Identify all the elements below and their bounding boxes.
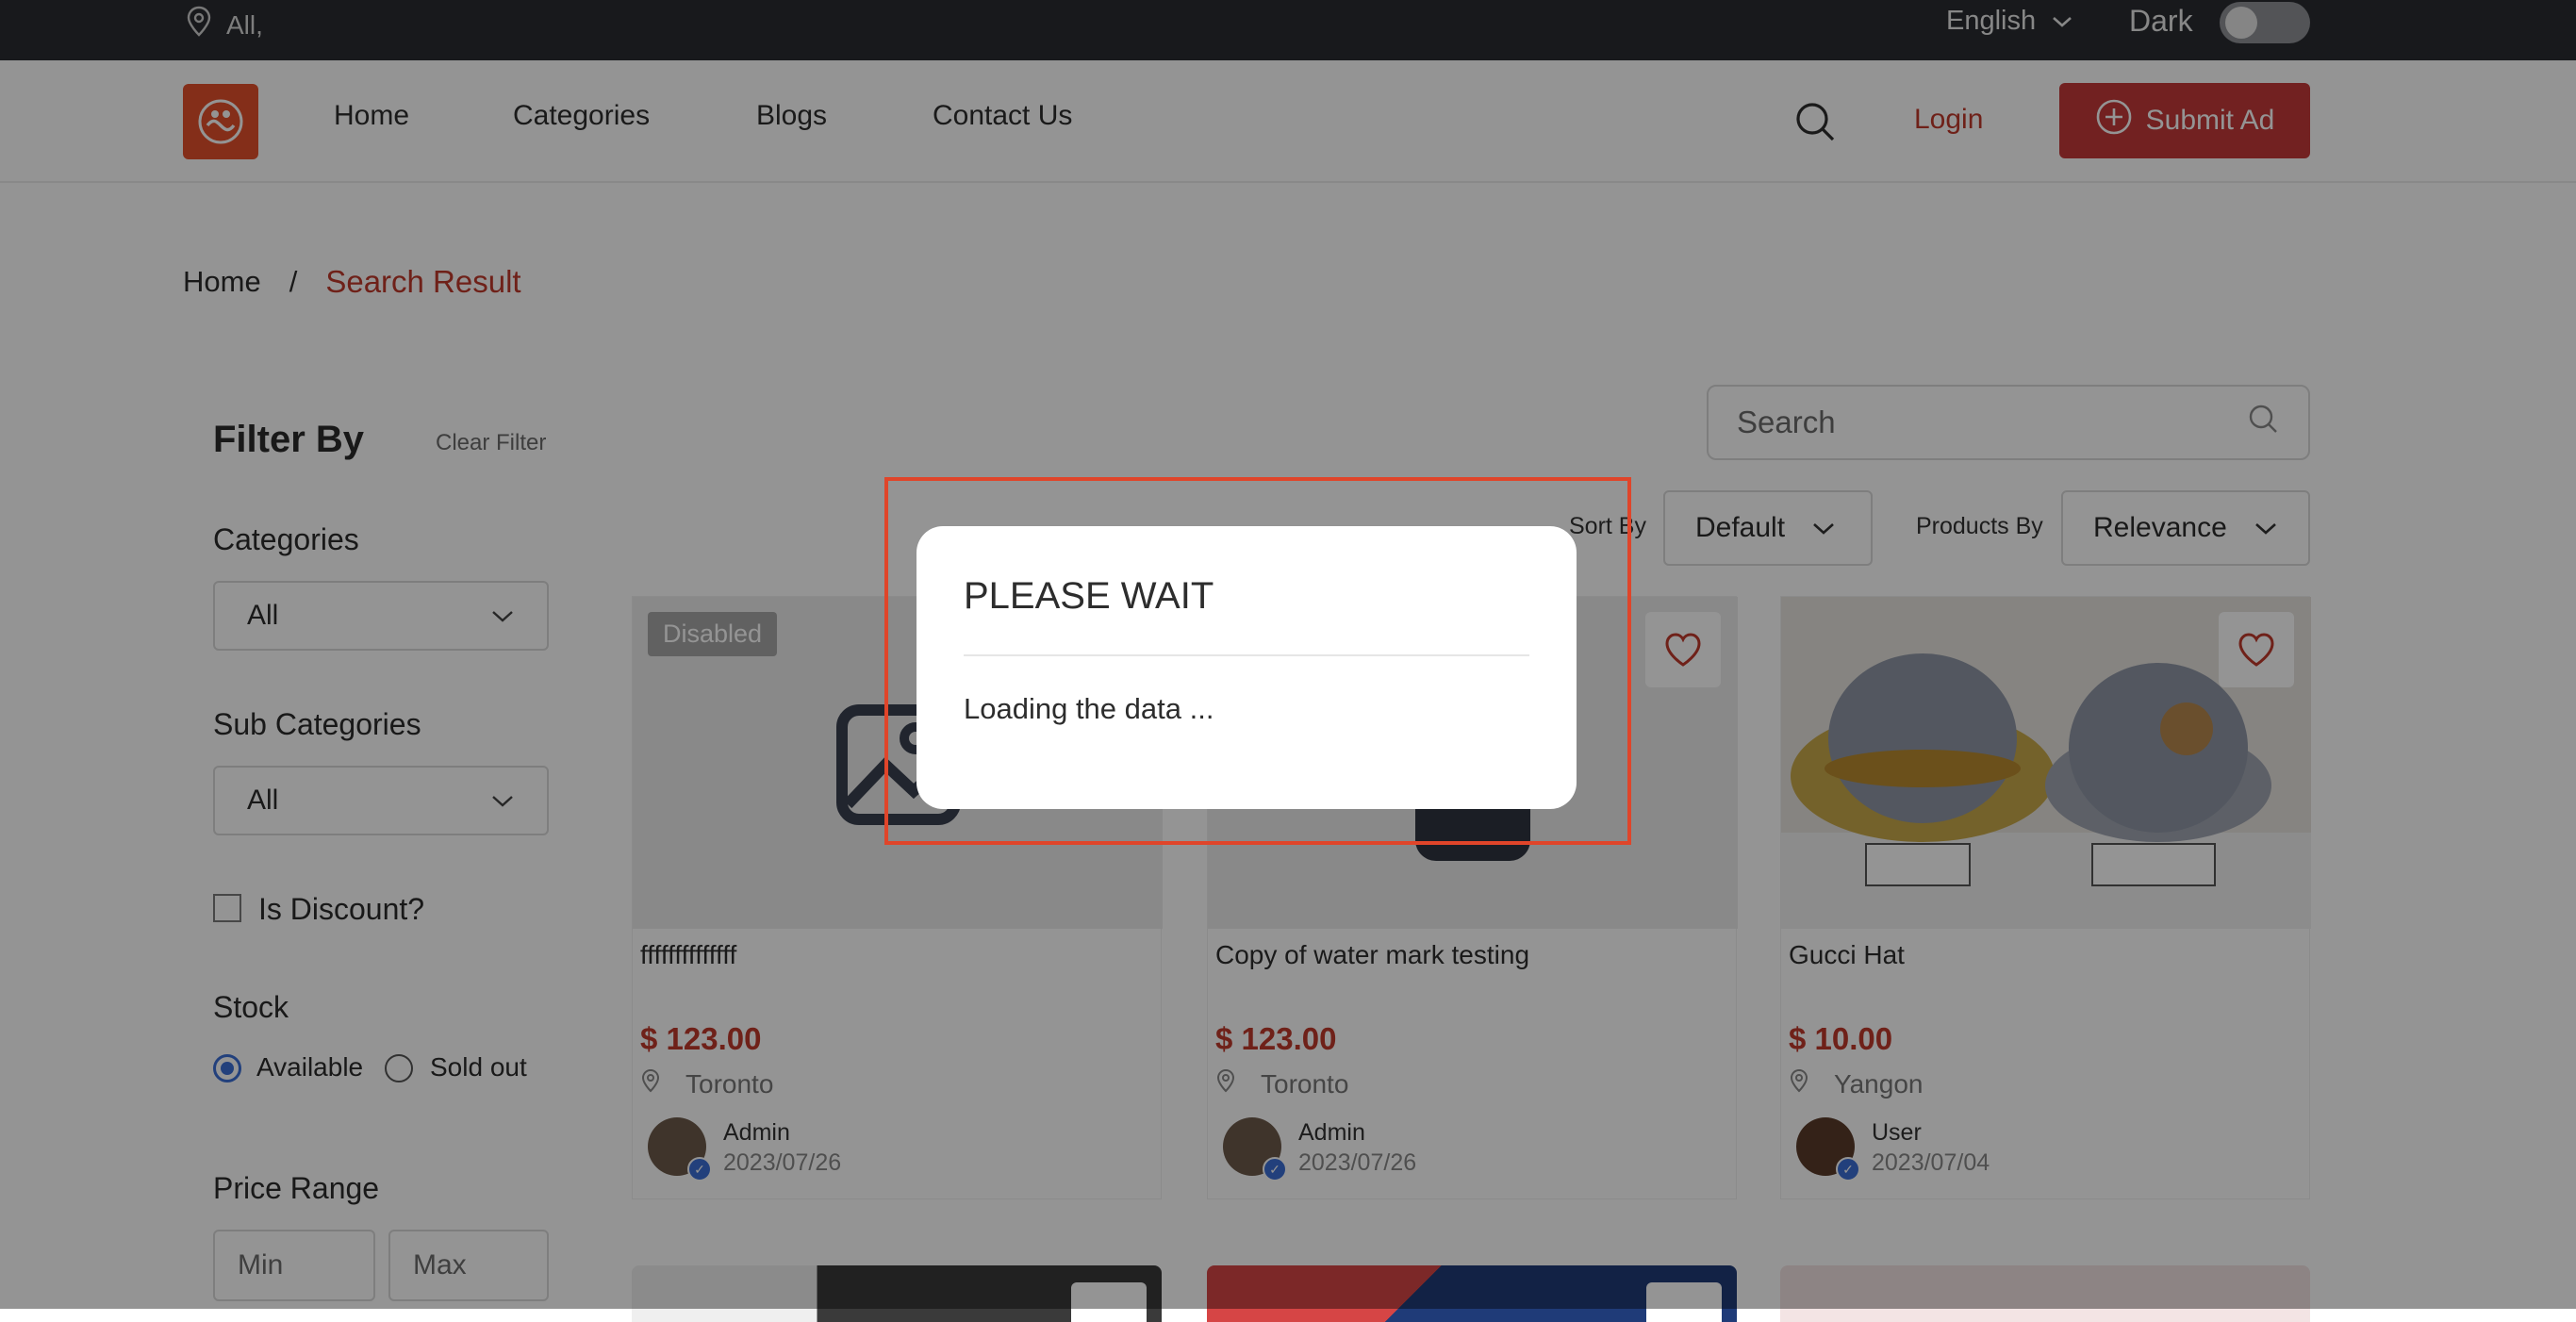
loading-dialog: PLEASE WAIT Loading the data ... — [916, 526, 1577, 809]
dialog-message: Loading the data ... — [964, 692, 1214, 725]
dialog-title: PLEASE WAIT — [964, 575, 1214, 617]
dialog-divider — [964, 654, 1529, 656]
